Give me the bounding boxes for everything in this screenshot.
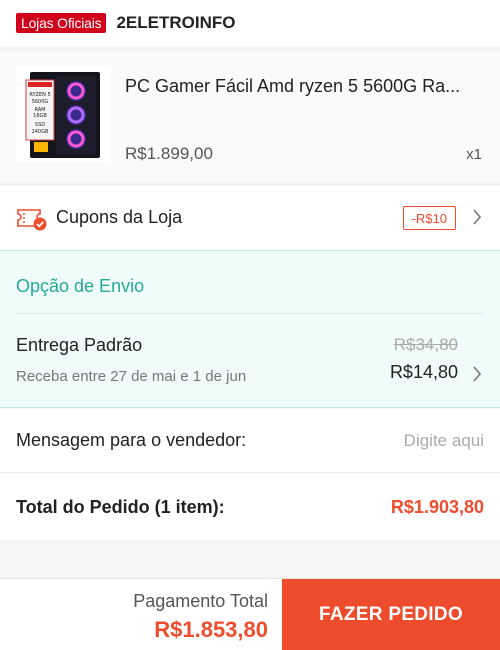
box-text-cpu-model: 5600G — [32, 99, 49, 105]
place-order-button[interactable]: FAZER PEDIDO — [282, 579, 500, 650]
official-store-badge: Lojas Oficiais — [16, 13, 107, 33]
chevron-right-icon[interactable] — [472, 207, 482, 227]
checkout-footer: Pagamento Total R$1.853,80 FAZER PEDIDO — [0, 578, 500, 650]
chevron-right-icon[interactable] — [472, 364, 482, 384]
shop-name[interactable]: 2ELETROINFO — [116, 13, 235, 33]
payment-total-value: R$1.853,80 — [154, 617, 268, 642]
box-text-ram-size: 16GB — [33, 113, 47, 119]
shipping-original-price: R$34,80 — [393, 335, 458, 354]
box-text-ssd-size: 240GB — [32, 129, 49, 135]
box-text-ssd: SSD — [35, 122, 45, 128]
shop-header[interactable]: Lojas Oficiais 2ELETROINFO — [0, 0, 500, 46]
order-total-value: R$1.903,80 — [390, 497, 484, 517]
shipping-discounted-price: R$14,80 — [389, 362, 458, 382]
box-text-cpu: RYZEN 5 — [29, 92, 50, 98]
shipping-option-section[interactable]: Opção de Envio Entrega Padrão Receba ent… — [0, 250, 500, 408]
seller-message-label: Mensagem para o vendedor: — [16, 430, 247, 450]
product-title[interactable]: PC Gamer Fácil Amd ryzen 5 5600G Ra... — [125, 76, 480, 97]
product-thumbnail[interactable]: RYZEN 5 5600G RAM 16GB SSD 240GB — [16, 66, 111, 162]
section-gap — [0, 540, 500, 576]
product-price: R$1.899,00 — [125, 144, 213, 163]
shipping-section-title: Opção de Envio — [16, 276, 145, 296]
coupon-discount-tag[interactable]: -R$10 — [402, 206, 456, 230]
payment-total-label: Pagamento Total — [133, 591, 268, 611]
shipping-method: Entrega Padrão — [16, 335, 143, 355]
seller-message-row[interactable]: Mensagem para o vendedor: — [0, 409, 500, 473]
order-total-label: Total do Pedido (1 item): — [16, 497, 225, 517]
shipping-eta: Receba entre 27 de mai e 1 de jun — [16, 368, 247, 385]
product-item[interactable]: RYZEN 5 5600G RAM 16GB SSD 240GB PC Game… — [0, 52, 500, 182]
seller-message-input[interactable] — [354, 426, 484, 456]
coupon-icon — [17, 208, 47, 230]
coupon-label: Cupons da Loja — [56, 207, 183, 227]
shipping-divider — [16, 313, 484, 314]
product-quantity: x1 — [466, 146, 482, 163]
gaming-pc-case-image: RYZEN 5 5600G RAM 16GB SSD 240GB — [16, 66, 111, 162]
order-total-row: Total do Pedido (1 item): R$1.903,80 — [0, 474, 500, 540]
store-coupons-row[interactable]: Cupons da Loja -R$10 — [0, 184, 500, 250]
